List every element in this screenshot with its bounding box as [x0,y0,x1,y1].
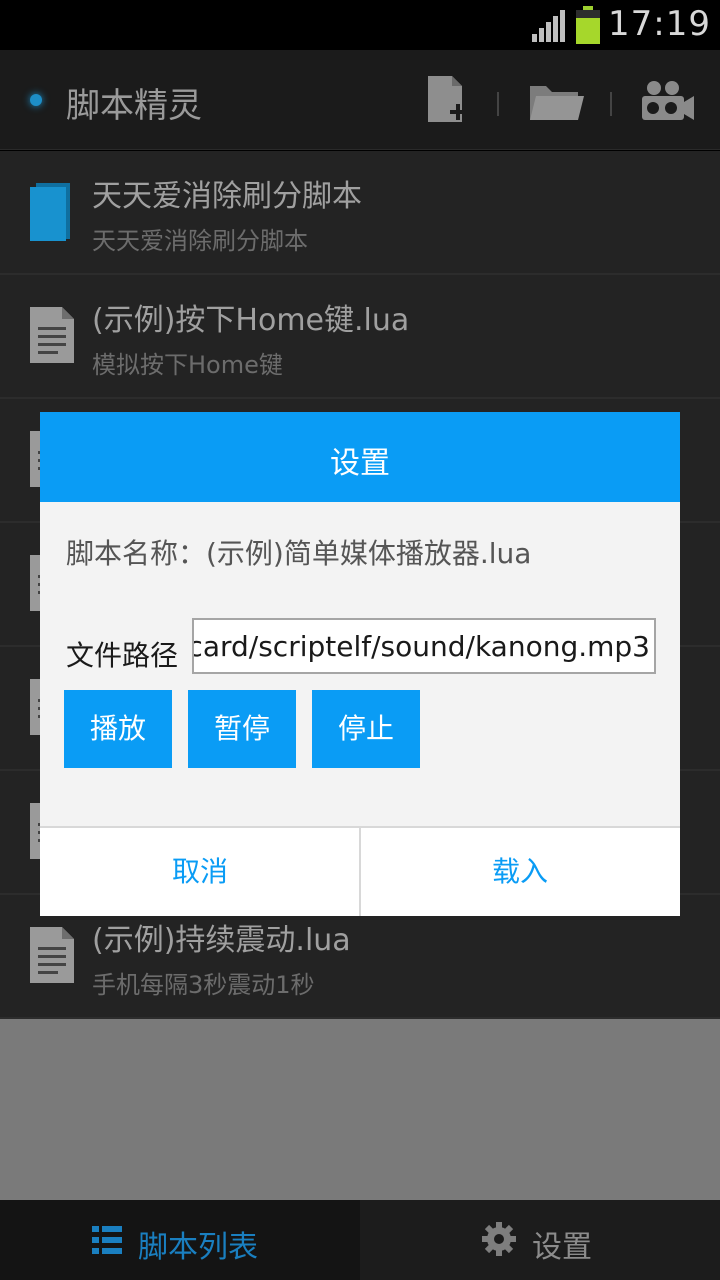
tab-script-list[interactable]: 脚本列表 [0,1200,360,1280]
divider [610,92,612,116]
stop-button[interactable]: 停止 [312,690,420,768]
app-title: 脚本精灵 [66,86,202,126]
gear-icon [482,1222,516,1256]
file-path-input[interactable]: /sdcard/scriptelf/sound/kanong.mp3 [192,618,656,674]
pause-button[interactable]: 暂停 [188,690,296,768]
cancel-button[interactable]: 取消 [40,828,360,916]
action-bar: 脚本精灵 [0,50,720,150]
list-icon [92,1226,122,1254]
bottom-tabs: 脚本列表 设置 [0,1200,720,1280]
folder-icon[interactable] [526,72,586,128]
dialog-footer: 取消 载入 [40,826,680,916]
script-name-label: 脚本名称：(示例)简单媒体播放器.lua [66,537,532,570]
file-path-value: /sdcard/scriptelf/sound/kanong.mp3 [192,630,650,663]
battery-icon [576,6,600,44]
record-icon[interactable] [638,72,698,128]
new-file-icon[interactable] [420,72,480,128]
play-button[interactable]: 播放 [64,690,172,768]
tab-settings[interactable]: 设置 [360,1200,720,1280]
divider [497,92,499,116]
signal-icon [532,10,565,42]
dialog-header: 设置 [40,412,680,502]
tab-label: 设置 [532,1230,592,1265]
status-bar: 17:19 [0,0,720,50]
settings-dialog: 设置 脚本名称：(示例)简单媒体播放器.lua 文件路径 /sdcard/scr… [40,412,680,916]
app-indicator-icon [30,94,42,106]
tab-label: 脚本列表 [138,1230,258,1265]
clock: 17:19 [608,4,711,44]
load-button[interactable]: 载入 [360,828,680,916]
file-path-label: 文件路径 [66,639,179,672]
dialog-title: 设置 [330,446,390,481]
